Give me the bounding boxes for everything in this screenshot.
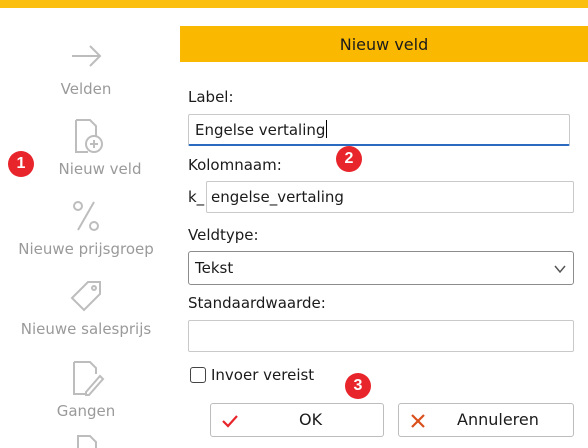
sidebar-item-label: Nieuw veld	[58, 160, 142, 178]
new-document-icon	[66, 116, 106, 156]
step-badge-1: 1	[8, 151, 34, 177]
field-type-value: Tekst	[195, 259, 234, 277]
required-checkbox-row[interactable]: Invoer vereist	[190, 364, 314, 386]
ok-button[interactable]: OK	[210, 403, 384, 437]
chevron-down-icon	[554, 265, 566, 274]
sidebar-item-label: Gangen	[56, 402, 116, 420]
sidebar-item-gangen[interactable]: Gangen	[0, 358, 172, 438]
label-input-value: Engelse vertaling	[195, 121, 326, 139]
column-name-value: engelse_vertaling	[211, 188, 344, 206]
cancel-button[interactable]: Annuleren	[398, 403, 574, 437]
label-caption: Label:	[188, 88, 234, 106]
ok-button-label: OK	[299, 410, 323, 429]
text-caret	[326, 120, 328, 138]
sidebar-item-label: Nieuwe prijsgroep	[18, 240, 154, 258]
price-tag-icon	[66, 276, 106, 316]
sidebar-item-label: Nieuwe salesprijs	[20, 320, 152, 338]
edit-document-icon	[66, 358, 106, 398]
close-icon	[411, 414, 425, 428]
dialog-title: Nieuw veld	[180, 26, 588, 62]
step-badge-3: 3	[345, 373, 371, 399]
default-value-caption: Standaardwaarde:	[188, 294, 326, 312]
document-icon	[76, 434, 100, 448]
sidebar-item-nieuwe-prijsgroep[interactable]: Nieuwe prijsgroep	[0, 196, 172, 276]
top-accent-bar	[0, 0, 588, 8]
column-name-input[interactable]: engelse_vertaling	[206, 181, 574, 213]
required-checkbox-label: Invoer vereist	[211, 366, 315, 384]
default-value-input[interactable]	[188, 320, 574, 352]
column-name-prefix: k_	[188, 188, 205, 206]
sidebar-item-velden[interactable]: Velden	[0, 36, 172, 116]
sidebar-item-nieuwe-salesprijs[interactable]: Nieuwe salesprijs	[0, 276, 172, 356]
sidebar: Velden Nieuw veld Nieuwe prijsgroep Nieu…	[0, 8, 172, 448]
required-checkbox[interactable]	[190, 367, 206, 383]
step-badge-2: 2	[336, 146, 362, 172]
label-input[interactable]: Engelse vertaling	[188, 114, 570, 146]
cancel-button-label: Annuleren	[457, 410, 539, 429]
checkmark-icon	[222, 415, 238, 428]
column-name-caption: Kolomnaam:	[188, 156, 282, 174]
field-type-select[interactable]: Tekst	[188, 251, 574, 285]
field-type-caption: Veldtype:	[188, 226, 259, 244]
sidebar-item-label: Velden	[60, 80, 112, 98]
arrow-right-icon	[66, 36, 106, 76]
percent-icon	[66, 196, 106, 236]
